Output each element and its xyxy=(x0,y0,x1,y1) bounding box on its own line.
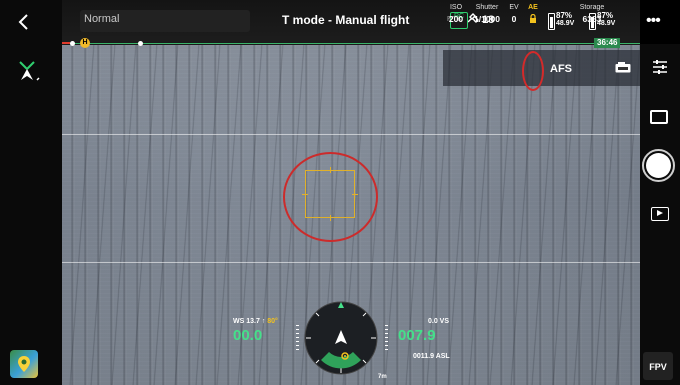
storage-label: Storage xyxy=(579,4,605,11)
annotation-circle-focus xyxy=(283,152,378,242)
flight-title: T mode - Manual flight xyxy=(282,13,410,27)
timeline-marker xyxy=(138,41,143,46)
ae-lock-toggle[interactable]: AE xyxy=(524,4,542,23)
left-sidebar xyxy=(0,0,62,385)
altitude-asl: 0011.9 ASL xyxy=(413,353,450,360)
timeline-marker xyxy=(70,41,75,46)
wind-arrow-icon: ↑ xyxy=(261,318,266,325)
fpv-button[interactable]: FPV xyxy=(643,352,673,380)
vertical-speed: 0.0 VS xyxy=(428,318,450,325)
camera-settings-button[interactable] xyxy=(652,60,668,74)
location-pin-icon xyxy=(18,356,30,372)
flight-timeline xyxy=(0,42,640,45)
lens-switch-button[interactable] xyxy=(650,110,668,124)
map-button[interactable] xyxy=(10,350,38,378)
flight-app: Normal T mode - Manual flight RTK 18 RC … xyxy=(0,0,680,385)
shutter-inner xyxy=(646,153,671,178)
iso-label: ISO xyxy=(449,4,463,11)
home-point-marker: H xyxy=(80,38,90,48)
ev-param[interactable]: EV 0 xyxy=(507,4,521,24)
flight-mode-label: Normal xyxy=(84,13,120,25)
grid-line-top xyxy=(62,134,640,135)
chevron-left-icon xyxy=(18,14,28,30)
battery-1-voltage: 48.9V xyxy=(556,20,575,27)
home-distance: 7m xyxy=(378,374,387,380)
altitude-scale xyxy=(385,325,388,353)
iso-param[interactable]: ISO 200 xyxy=(446,4,466,24)
speed-scale xyxy=(296,325,299,353)
flight-time-remaining: 36:46 xyxy=(594,38,621,48)
ev-label: EV xyxy=(509,4,519,11)
battery-icon xyxy=(548,13,555,30)
wind-heading: 80° xyxy=(267,318,278,325)
attitude-indicator[interactable] xyxy=(303,300,379,376)
iso-value: 200 xyxy=(448,14,464,24)
wind-speed: WS 13.7 ↑ 80° xyxy=(233,318,278,325)
flight-mode-selector[interactable]: Normal xyxy=(80,10,250,32)
horizontal-speed: 00.0 xyxy=(233,327,263,344)
shutter-value: 1/1000 xyxy=(474,14,500,24)
shutter-param[interactable]: Shutter 1/1000 xyxy=(470,4,504,24)
focus-mode[interactable]: AFS xyxy=(550,63,572,75)
aircraft-direction-icon xyxy=(19,61,40,81)
playback-button[interactable] xyxy=(651,207,669,221)
annotation-circle-ae xyxy=(522,51,544,91)
storage-value: 6383 xyxy=(582,14,602,24)
ev-value: 0 xyxy=(511,14,517,24)
wind-speed-value: WS 13.7 xyxy=(233,318,260,325)
shutter-label: Shutter xyxy=(475,4,499,11)
lock-icon xyxy=(530,14,536,23)
more-menu-button[interactable]: ••• xyxy=(646,12,661,30)
grid-line-bottom xyxy=(62,262,640,263)
battery-1-percent: 87% xyxy=(556,11,573,20)
timeline-progress-green xyxy=(70,43,640,44)
altitude: 007.9 xyxy=(398,327,436,344)
sd-card-icon[interactable] xyxy=(615,62,631,73)
shutter-button[interactable] xyxy=(642,149,675,182)
storage-info: Storage 6383 xyxy=(573,4,611,24)
back-button[interactable] xyxy=(14,12,34,32)
ae-label: AE xyxy=(528,4,538,11)
play-icon xyxy=(657,210,663,216)
